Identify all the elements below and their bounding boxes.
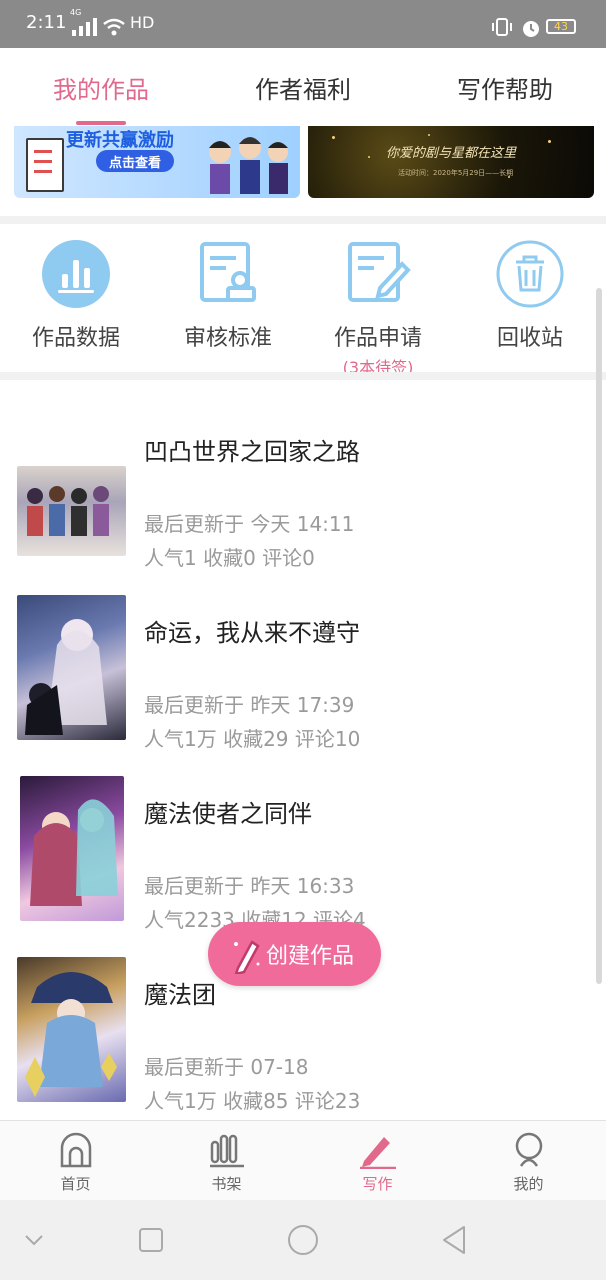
work-updated: 最后更新于 07-18 — [144, 1055, 309, 1079]
sparkle — [332, 136, 335, 139]
sparkle — [368, 156, 370, 158]
banner-incentive[interactable]: 更新共赢激励 点击查看 — [14, 126, 300, 198]
cartoon-people-illustration — [209, 137, 288, 194]
banner-stars-text: 你爱的剧与星都在这里 — [386, 146, 517, 161]
action-work-apply[interactable]: 作品申请 (3本待签) — [303, 224, 453, 377]
edit-doc-icon — [344, 240, 412, 308]
nav-label: 我的 — [513, 1175, 544, 1193]
home-button-icon[interactable] — [283, 1220, 323, 1260]
hd-indicator: HD — [130, 13, 155, 32]
bottom-navigation: 首页 书架 写作 我的 — [0, 1120, 606, 1201]
work-stats: 人气1 收藏0 评论0 — [144, 546, 315, 570]
write-icon — [358, 1131, 398, 1169]
status-bar: 2:11 4G HD 43 — [0, 0, 606, 48]
scrollbar[interactable] — [596, 288, 602, 984]
work-cover — [17, 466, 126, 556]
wifi-icon — [103, 18, 125, 36]
banner-carousel: 更新共赢激励 点击查看 你爱的剧与星都在这里 活动时间：2020年5月29日——… — [0, 126, 606, 216]
tab-author-benefits[interactable]: 作者福利 — [202, 48, 404, 126]
alarm-icon — [523, 21, 539, 37]
create-work-label: 创建作品 — [266, 944, 355, 969]
banner-view-button[interactable]: 点击查看 — [96, 150, 174, 172]
nav-profile[interactable]: 我的 — [453, 1121, 604, 1201]
nav-home[interactable]: 首页 — [0, 1121, 151, 1201]
work-stats: 人气1万 收藏29 评论10 — [144, 727, 361, 751]
collapse-chevron-icon[interactable] — [14, 1220, 54, 1260]
recent-apps-icon[interactable] — [131, 1220, 171, 1260]
nav-label: 书架 — [211, 1175, 242, 1193]
sparkle — [548, 140, 551, 143]
work-updated: 最后更新于 昨天 16:33 — [144, 874, 355, 898]
back-icon[interactable] — [434, 1220, 474, 1260]
work-updated: 最后更新于 今天 14:11 — [144, 512, 355, 536]
section-divider — [0, 216, 606, 224]
action-label: 作品数据 — [31, 326, 120, 351]
sparkle — [428, 134, 430, 136]
work-item[interactable]: 魔法使者之同伴 最后更新于 昨天 16:33 人气2233 收藏12 评论4 — [0, 758, 600, 940]
home-icon — [56, 1131, 96, 1169]
action-label: 回收站 — [496, 326, 563, 351]
review-doc-icon — [194, 240, 262, 308]
system-navigation-bar — [0, 1200, 606, 1280]
trash-icon — [496, 240, 564, 308]
nav-label: 写作 — [362, 1175, 393, 1193]
work-title: 命运，我从来不遵守 — [144, 619, 360, 647]
nav-label: 首页 — [60, 1175, 91, 1193]
work-title: 魔法使者之同伴 — [144, 800, 312, 828]
work-cover — [20, 776, 124, 921]
tab-writing-help[interactable]: 写作帮助 — [404, 48, 606, 126]
work-title: 魔法团 — [144, 981, 216, 1009]
action-work-data[interactable]: 作品数据 — [1, 224, 151, 372]
active-tab-indicator — [76, 121, 126, 125]
banner-stars[interactable]: 你爱的剧与星都在这里 活动时间：2020年5月29日——长期 — [308, 126, 594, 198]
document-illustration — [26, 138, 64, 192]
action-review-standard[interactable]: 审核标准 — [153, 224, 303, 372]
banner-stars-subtext: 活动时间：2020年5月29日——长期 — [398, 169, 514, 177]
action-recycle-bin[interactable]: 回收站 — [455, 224, 605, 372]
work-updated: 最后更新于 昨天 17:39 — [144, 693, 355, 717]
tab-my-works[interactable]: 我的作品 — [0, 48, 202, 126]
tab-label: 我的作品 — [53, 75, 149, 104]
bookshelf-icon — [207, 1131, 247, 1169]
nav-bookshelf[interactable]: 书架 — [151, 1121, 302, 1201]
work-cover — [17, 595, 126, 740]
battery-icon: 43 — [546, 19, 576, 34]
tab-label: 写作帮助 — [457, 75, 553, 104]
action-label: 作品申请 — [333, 326, 422, 351]
tab-label: 作者福利 — [255, 75, 351, 104]
work-cover — [17, 957, 126, 1102]
top-tabs: 我的作品 作者福利 写作帮助 — [0, 48, 606, 126]
chart-icon — [42, 240, 110, 308]
create-work-button[interactable]: 创建作品 — [208, 922, 381, 986]
work-item[interactable]: 凹凸世界之回家之路 最后更新于 今天 14:11 人气1 收藏0 评论0 — [0, 396, 600, 578]
work-title: 凹凸世界之回家之路 — [144, 438, 360, 466]
nav-write[interactable]: 写作 — [302, 1121, 453, 1201]
status-time: 2:11 — [26, 12, 67, 33]
signal-icon — [72, 16, 97, 36]
section-divider — [0, 372, 606, 380]
quick-actions: 作品数据 审核标准 作品申请 (3本待签) 回收站 — [0, 224, 606, 377]
pencil-icon — [234, 940, 260, 974]
vibrate-icon — [492, 18, 512, 36]
work-stats: 人气1万 收藏85 评论23 — [144, 1089, 361, 1113]
banner-title: 更新共赢激励 — [66, 130, 174, 151]
work-item[interactable]: 命运，我从来不遵守 最后更新于 昨天 17:39 人气1万 收藏29 评论10 — [0, 577, 600, 759]
profile-icon — [509, 1131, 549, 1169]
battery-level: 43 — [554, 20, 568, 33]
action-label: 审核标准 — [183, 326, 272, 351]
